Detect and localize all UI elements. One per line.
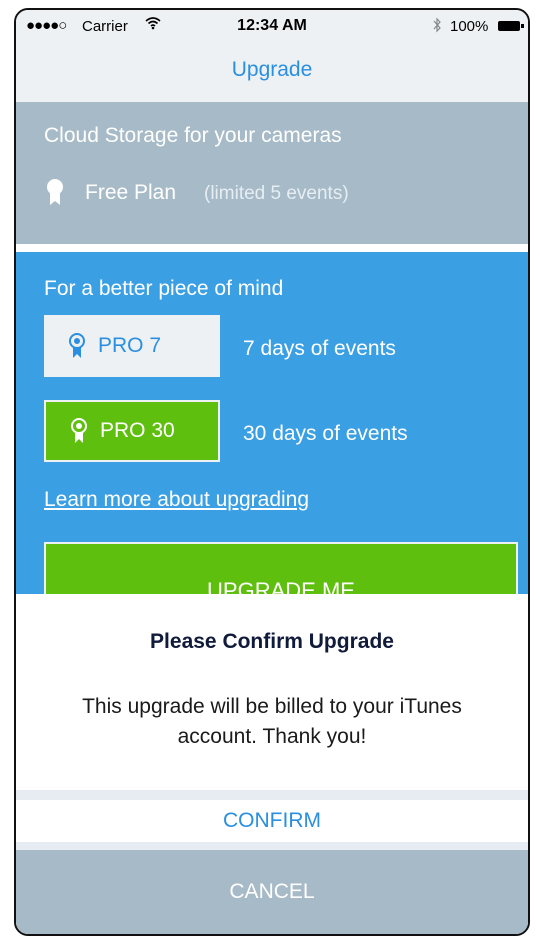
pro-plans-section: For a better piece of mind PRO 7 7 days … bbox=[16, 252, 528, 632]
award-icon bbox=[70, 418, 88, 444]
confirm-title: Please Confirm Upgrade bbox=[150, 630, 394, 653]
confirm-button[interactable]: CONFIRM bbox=[16, 800, 528, 842]
phone-screen: ●●●●○ Carrier 12:34 AM 100% Upgrade Clou… bbox=[14, 8, 530, 936]
bluetooth-icon bbox=[432, 17, 442, 37]
pro-7-label: PRO 7 bbox=[98, 334, 162, 357]
pro-30-button[interactable]: PRO 30 bbox=[44, 400, 220, 462]
pro-7-description: 7 days of events bbox=[243, 337, 396, 360]
navigation-bar: Upgrade bbox=[16, 44, 528, 102]
divider bbox=[16, 842, 528, 850]
award-icon bbox=[68, 333, 86, 359]
free-section-heading: Cloud Storage for your cameras bbox=[44, 124, 342, 147]
status-bar: ●●●●○ Carrier 12:34 AM 100% bbox=[16, 10, 528, 44]
learn-more-link[interactable]: Learn more about upgrading bbox=[44, 488, 309, 512]
divider bbox=[16, 790, 528, 800]
pro-7-button[interactable]: PRO 7 bbox=[44, 315, 220, 377]
confirm-action-sheet: Please Confirm Upgrade This upgrade will… bbox=[16, 594, 528, 934]
confirm-message-box: Please Confirm Upgrade This upgrade will… bbox=[16, 594, 528, 790]
battery-percent: 100% bbox=[450, 18, 489, 35]
pro-30-description: 30 days of events bbox=[243, 422, 408, 445]
pro-section-heading: For a better piece of mind bbox=[44, 277, 284, 300]
page-title: Upgrade bbox=[231, 58, 313, 81]
free-plan-section: Cloud Storage for your cameras Free Plan… bbox=[16, 102, 528, 244]
confirm-message: This upgrade will be billed to your iTun… bbox=[82, 695, 462, 748]
cancel-button[interactable]: CANCEL bbox=[16, 850, 528, 934]
ribbon-icon bbox=[46, 178, 64, 211]
free-plan-note: (limited 5 events) bbox=[204, 183, 349, 204]
pro-30-label: PRO 30 bbox=[100, 419, 175, 442]
battery-icon bbox=[498, 21, 524, 31]
free-plan-name: Free Plan bbox=[85, 181, 177, 204]
